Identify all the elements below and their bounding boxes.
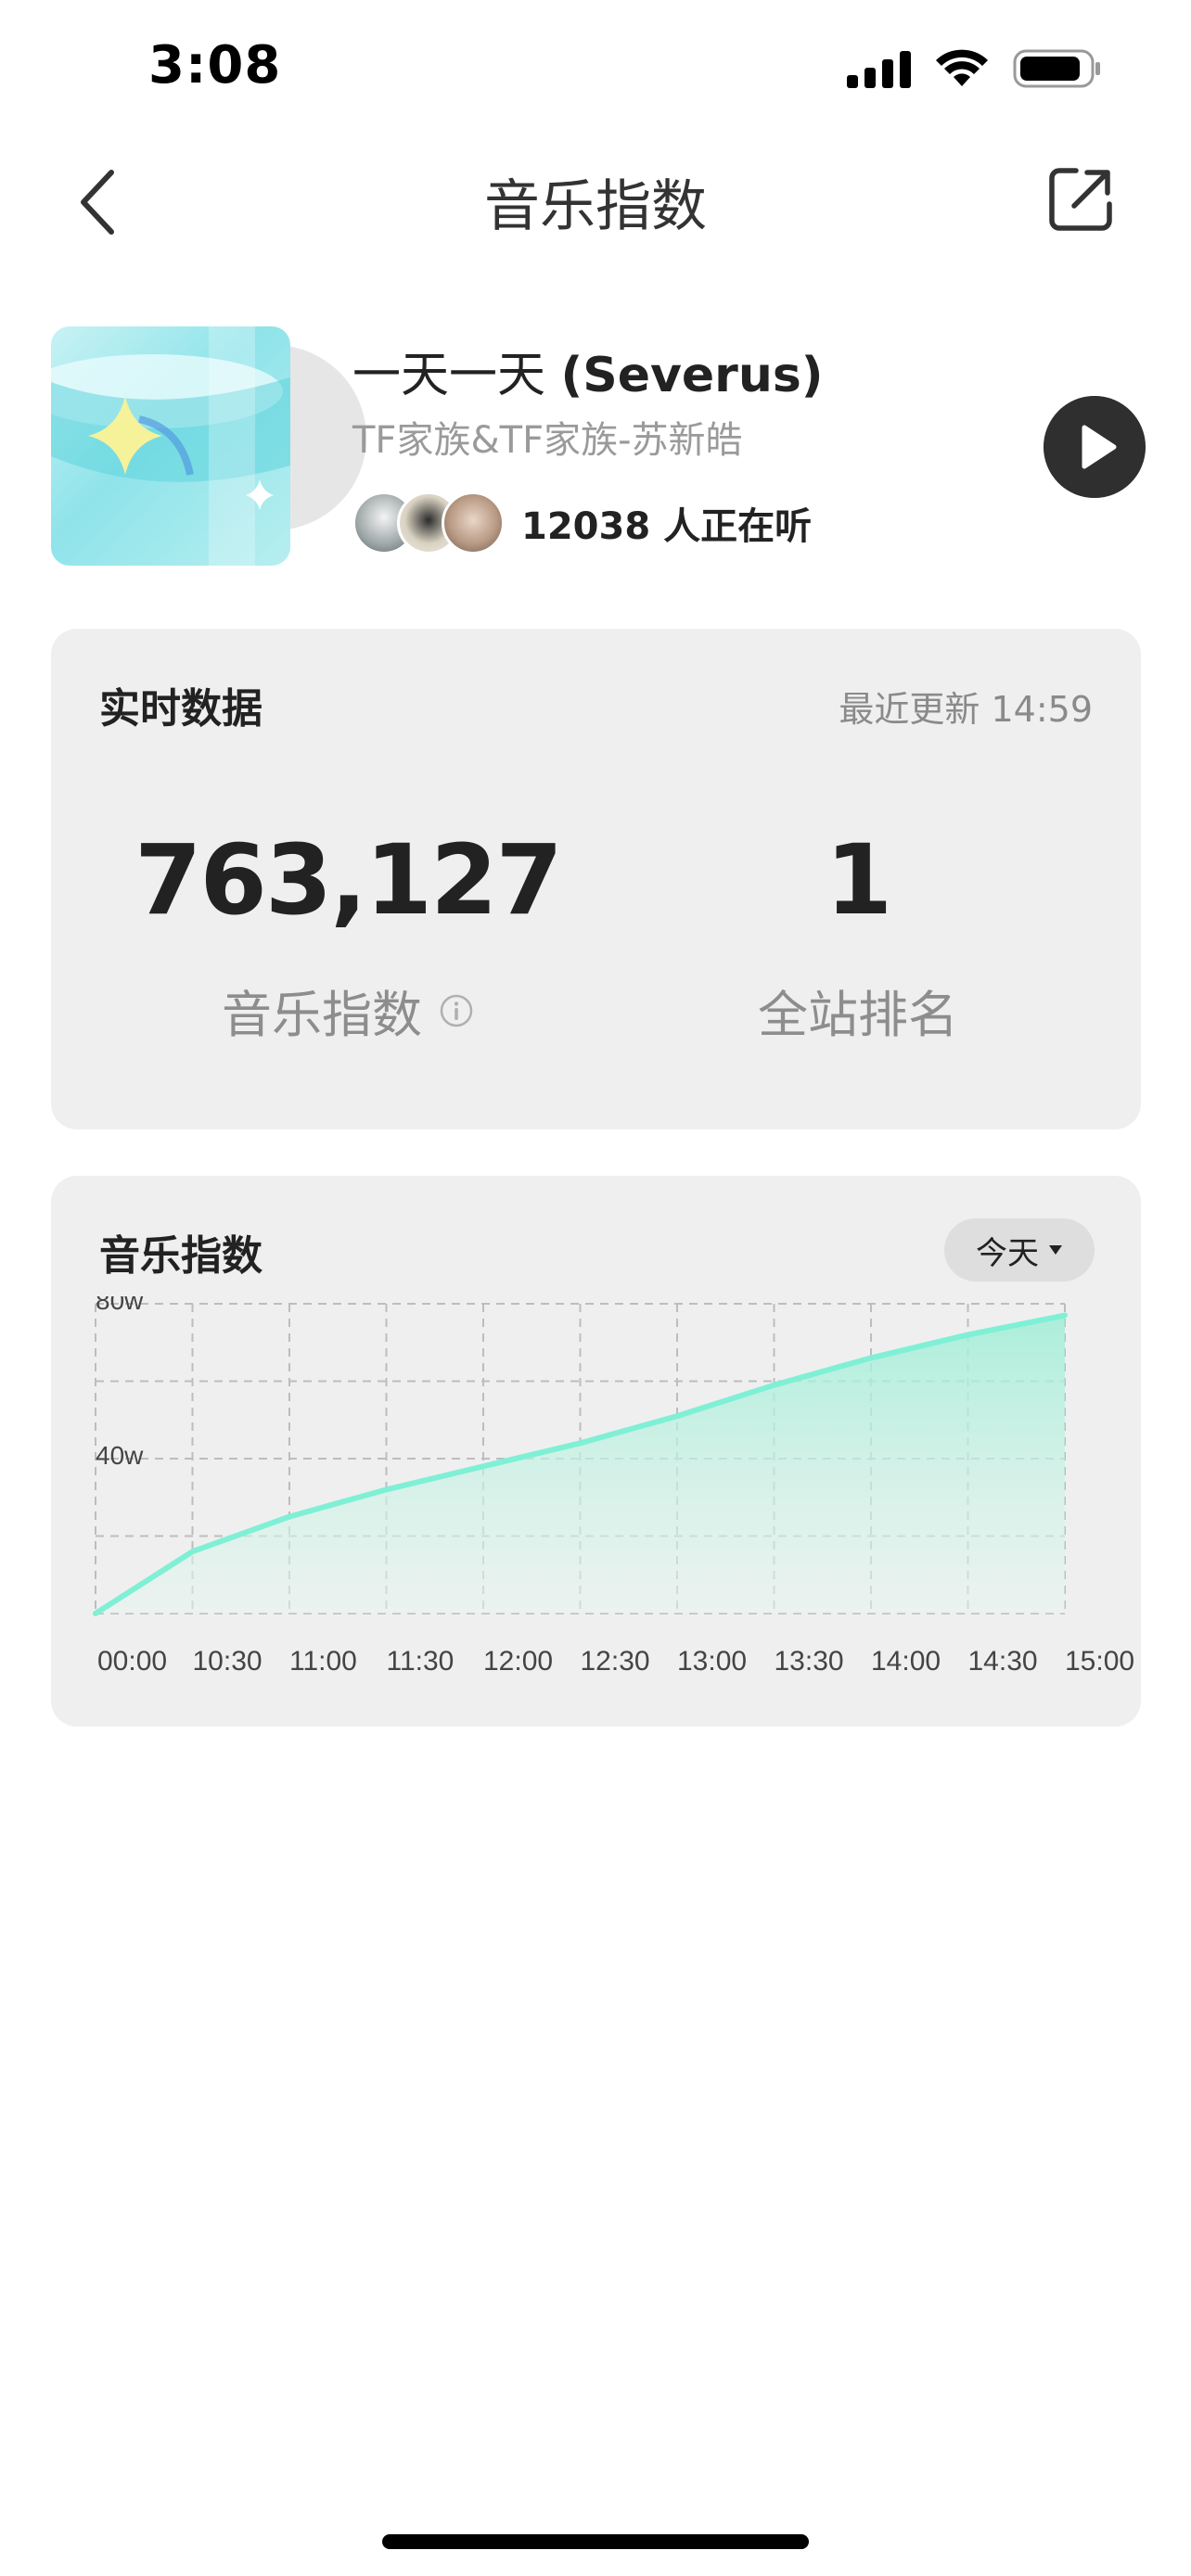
chart-point [482,1465,484,1467]
chart-y-labels: 80w 40w [96,1296,144,1470]
avatar [442,491,505,555]
chart-point [774,1384,775,1386]
song-title-version: (Severus) [560,348,824,403]
wifi-icon [936,49,988,86]
home-indicator[interactable] [382,2534,809,2549]
x-tick-label: 12:30 [581,1646,650,1677]
dropdown-triangle-icon [1049,1245,1062,1255]
status-time: 3:08 [148,35,282,96]
share-icon[interactable] [1046,165,1115,234]
x-tick-label: 11:30 [387,1646,455,1677]
x-tick-label: 00:00 [97,1646,167,1677]
index-stat: 763,127 音乐指数 [97,823,598,1047]
nav-bar: 音乐指数 [0,148,1191,250]
song-header: 一天一天 (Severus) TF家族&TF家族-苏新皓 12038 人正在听 [51,326,1146,567]
info-icon[interactable] [439,993,474,1028]
song-title-main: 一天一天 [352,348,561,403]
x-tick-label: 13:30 [775,1646,844,1677]
y-tick-label: 40w [96,1441,144,1470]
chart-point [288,1516,290,1518]
index-value: 763,127 [134,823,563,937]
index-label: 音乐指数 [222,986,422,1044]
x-tick-label: 14:00 [871,1646,941,1677]
index-label-row: 音乐指数 [222,974,474,1047]
x-tick-label: 10:30 [193,1646,263,1677]
x-tick-label: 12:00 [483,1646,553,1677]
music-index-chart: 80w 40w 00:00 10:30 11:00 11:30 12:00 12:30 13:… [93,1296,1134,1677]
range-label: 今天 [976,1234,1039,1272]
listeners-count: 12038 人正在听 [521,505,813,548]
album-cover[interactable] [51,326,290,566]
listeners-row: 12038 人正在听 [352,491,812,555]
chart-point [1064,1315,1066,1317]
x-tick-label: 13:00 [677,1646,747,1677]
album-cover-art [51,326,290,566]
rank-stat: 1 全站排名 [608,823,1108,1047]
chart-point [676,1415,678,1417]
realtime-title: 实时数据 [99,685,263,733]
x-tick-label: 14:30 [968,1646,1038,1677]
chart-point [386,1488,387,1490]
rank-value: 1 [825,823,892,937]
signal-icon [847,49,911,88]
chart-x-labels: 00:00 10:30 11:00 11:30 12:00 12:30 13:00 13:30… [97,1646,1134,1677]
status-icons [847,48,1102,89]
realtime-card: 实时数据 最近更新 14:59 763,127 音乐指数 1 全站排名 [51,629,1141,1129]
chart-card-title: 音乐指数 [99,1232,263,1280]
chart-point [192,1550,193,1552]
range-dropdown[interactable]: 今天 [944,1218,1095,1282]
page-title: 音乐指数 [484,174,707,239]
chart-point [580,1442,581,1444]
battery-icon [1013,49,1100,88]
play-button[interactable] [1044,396,1146,498]
chart-card: 音乐指数 今天 80w 40w 00:00 10:30 11:00 11:30 12:00… [51,1176,1141,1727]
song-artist[interactable]: TF家族&TF家族-苏新皓 [352,410,743,464]
x-tick-label: 15:00 [1065,1646,1134,1677]
updated-time: 最近更新 14:59 [839,689,1093,730]
chart-area-fill [96,1315,1065,1613]
song-title: 一天一天 (Severus) [352,336,824,405]
y-tick-label: 80w [96,1296,144,1315]
rank-label-row: 全站排名 [758,974,958,1047]
rank-label: 全站排名 [758,986,958,1044]
status-bar: 3:08 [0,0,1191,139]
x-tick-label: 11:00 [289,1646,357,1677]
chart-point [967,1333,968,1335]
listener-avatars [352,491,505,555]
